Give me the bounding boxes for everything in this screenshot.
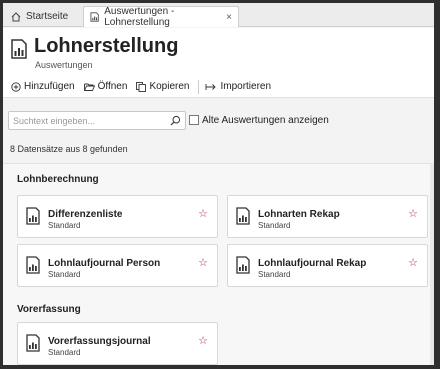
report-card[interactable]: Vorerfassungsjournal Standard ☆ <box>17 322 218 365</box>
star-icon[interactable]: ☆ <box>198 207 208 220</box>
toolbar-divider <box>198 79 200 94</box>
report-card[interactable]: Lohnlaufjournal Person Standard ☆ <box>17 244 218 287</box>
star-icon[interactable]: ☆ <box>408 207 418 220</box>
import-label: Importieren <box>220 81 272 92</box>
star-icon[interactable]: ☆ <box>198 334 208 347</box>
tab-auswertungen-lohnerstellung[interactable]: Auswertungen - Lohnerstellung × <box>83 6 239 28</box>
card-title: Lohnlaufjournal Person <box>48 258 161 269</box>
report-icon <box>26 334 40 352</box>
old-reports-checkbox[interactable] <box>189 115 199 125</box>
card-title: Vorerfassungsjournal <box>48 336 151 347</box>
open-button[interactable]: Öffnen <box>83 81 128 92</box>
report-card[interactable]: Lohnarten Rekap Standard ☆ <box>227 195 428 238</box>
page-title: Lohnerstellung <box>34 35 179 57</box>
report-icon <box>236 256 250 274</box>
import-arrow-icon <box>206 83 217 90</box>
app-window: Startseite Auswertungen - Lohnerstellung… <box>3 3 434 365</box>
copy-label: Kopieren <box>149 81 190 92</box>
scrollbar[interactable] <box>430 163 434 365</box>
page-subtitle: Auswertungen <box>35 60 93 70</box>
card-title: Lohnarten Rekap <box>258 209 340 220</box>
report-card[interactable]: Differenzenliste Standard ☆ <box>17 195 218 238</box>
copy-button[interactable]: Kopieren <box>136 81 189 92</box>
star-icon[interactable]: ☆ <box>198 256 208 269</box>
home-icon <box>11 11 21 21</box>
report-icon <box>11 39 27 59</box>
page-header: Lohnerstellung Auswertungen <box>3 28 434 76</box>
card-subtitle: Standard <box>258 270 291 279</box>
report-card[interactable]: Lohnlaufjournal Rekap Standard ☆ <box>227 244 428 287</box>
toolbar: Hinzufügen Öffnen Kopieren Importieren <box>3 76 434 98</box>
card-title: Differenzenliste <box>48 209 123 220</box>
tab-label: Auswertungen - Lohnerstellung <box>104 6 175 28</box>
copy-icon <box>136 81 147 92</box>
open-label: Öffnen <box>97 81 128 92</box>
import-button[interactable]: Importieren <box>205 81 271 92</box>
search-icon[interactable] <box>170 115 181 126</box>
old-reports-label: Alte Auswertungen anzeigen <box>202 115 329 126</box>
report-icon <box>26 256 40 274</box>
star-icon[interactable]: ☆ <box>408 256 418 269</box>
tab-startseite[interactable]: Startseite <box>5 6 81 27</box>
search-input[interactable] <box>9 112 159 129</box>
report-icon <box>90 12 99 22</box>
folder-open-icon <box>83 83 95 91</box>
tab-label: Startseite <box>26 11 69 22</box>
plus-circle-icon <box>11 81 21 92</box>
add-label: Hinzufügen <box>24 81 75 92</box>
group-title: Vorerfassung <box>17 304 81 315</box>
card-title: Lohnlaufjournal Rekap <box>258 258 367 269</box>
card-subtitle: Standard <box>258 221 291 230</box>
card-subtitle: Standard <box>48 221 81 230</box>
report-icon <box>236 207 250 225</box>
tab-bar: Startseite Auswertungen - Lohnerstellung… <box>3 3 434 28</box>
result-count: 8 Datensätze aus 8 gefunden <box>10 144 128 154</box>
add-button[interactable]: Hinzufügen <box>11 81 75 92</box>
close-icon[interactable]: × <box>226 12 232 23</box>
report-icon <box>26 207 40 225</box>
card-subtitle: Standard <box>48 348 81 357</box>
search-box <box>8 111 186 130</box>
group-title: Lohnberechnung <box>17 174 99 185</box>
card-subtitle: Standard <box>48 270 81 279</box>
